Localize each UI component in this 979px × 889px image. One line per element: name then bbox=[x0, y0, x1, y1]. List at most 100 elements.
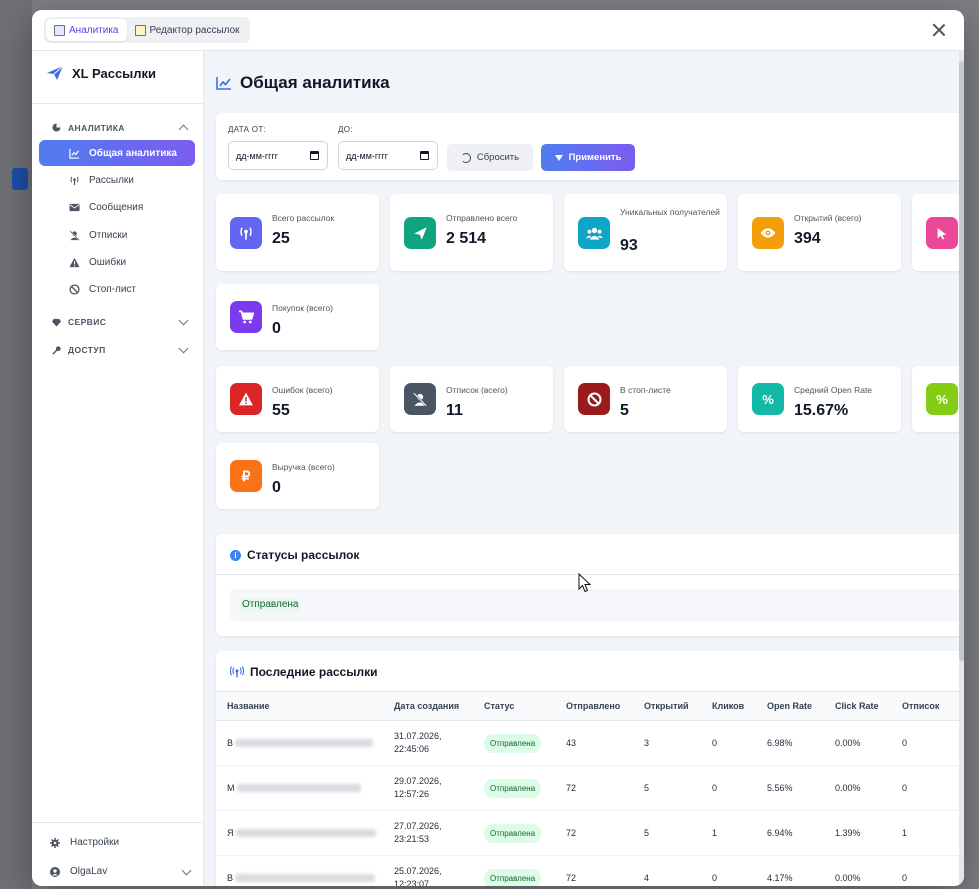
cell-open-rate: 6.98% bbox=[756, 720, 824, 766]
sidebar-section-analytics[interactable]: АНАЛИТИКА bbox=[52, 122, 189, 135]
user-menu[interactable]: OlgaLav bbox=[50, 865, 192, 877]
sidebar-item-mailings[interactable]: Рассылки bbox=[39, 167, 195, 193]
key-icon bbox=[52, 345, 61, 355]
cell-status: Отправлена bbox=[473, 855, 555, 886]
stat-value: 2 514 bbox=[446, 230, 487, 247]
cell-clicks: 0 bbox=[701, 765, 756, 811]
envelope-icon bbox=[69, 203, 80, 211]
column-header[interactable]: Кликов bbox=[701, 692, 756, 721]
date-text: 25.07.2026, bbox=[394, 866, 442, 876]
cell-date: 29.07.2026, 12:57:26 bbox=[383, 765, 473, 811]
scrollbar-thumb[interactable] bbox=[959, 61, 964, 661]
recent-mailings-panel: Последние рассылки Название Дата создани… bbox=[216, 651, 964, 886]
sidebar-item-messages[interactable]: Сообщения bbox=[39, 194, 195, 220]
tab-analytics-label: Аналитика bbox=[69, 24, 119, 36]
cell-sent: 72 bbox=[555, 765, 633, 811]
sidebar-section-access[interactable]: ДОСТУП bbox=[52, 343, 189, 355]
tab-editor[interactable]: Редактор рассылок bbox=[127, 19, 248, 41]
sidebar-item-errors[interactable]: Ошибки bbox=[39, 249, 195, 275]
settings-link[interactable]: Настройки bbox=[50, 837, 190, 848]
sidebar-item-unsubscribes[interactable]: Отписки bbox=[39, 222, 195, 248]
stat-label: Уникальных получателей bbox=[620, 207, 720, 217]
column-header[interactable]: Click Rate bbox=[824, 692, 891, 721]
name-initial: Я bbox=[227, 827, 234, 838]
tab-bar: Аналитика Редактор рассылок bbox=[44, 17, 250, 43]
sidebar-item-stoplist[interactable]: Стоп-лист bbox=[39, 276, 195, 302]
percent-icon: % bbox=[752, 383, 784, 415]
date-from-value: дд-мм-гггг bbox=[236, 150, 279, 161]
reset-icon bbox=[460, 152, 471, 163]
stat-value: 5 bbox=[620, 402, 629, 419]
stat-label: Отправлено всего bbox=[446, 213, 518, 223]
calendar-icon[interactable] bbox=[310, 151, 319, 160]
section-label: ДОСТУП bbox=[68, 345, 106, 355]
calendar-icon[interactable] bbox=[420, 151, 429, 160]
table-row[interactable]: Я 27.07.2026, 23:21:53 Отправлена 72 5 1 … bbox=[216, 810, 961, 856]
sidebar: XL Рассылки АНАЛИТИКА Общая аналитика Ра… bbox=[32, 51, 204, 886]
table-row[interactable]: В 31.07.2026, 22:45:06 Отправлена 43 3 0 … bbox=[216, 720, 961, 766]
redacted-text bbox=[235, 874, 376, 883]
stat-card-open-rate: % Средний Open Rate 15.67% bbox=[738, 366, 901, 432]
date-to-label: ДО: bbox=[338, 125, 353, 134]
tab-editor-label: Редактор рассылок bbox=[149, 24, 240, 36]
cell-sent: 43 bbox=[555, 720, 633, 766]
cell-click-rate: 0.00% bbox=[824, 765, 891, 811]
paper-plane-icon bbox=[404, 217, 436, 249]
user-avatar-icon bbox=[50, 866, 60, 877]
cell-date: 25.07.2026, 12:23:07 bbox=[383, 855, 473, 886]
cell-date: 27.07.2026, 23:21:53 bbox=[383, 810, 473, 856]
reset-button[interactable]: Сбросить bbox=[447, 144, 533, 171]
cell-click-rate: 0.00% bbox=[824, 720, 891, 766]
warning-icon bbox=[69, 257, 80, 267]
redacted-text bbox=[236, 784, 361, 793]
column-header[interactable]: Отправлено bbox=[555, 692, 633, 721]
cell-sent: 72 bbox=[555, 855, 633, 886]
stat-label: Открытий (всего) bbox=[794, 213, 862, 223]
date-to-input[interactable]: дд-мм-гггг bbox=[338, 141, 438, 170]
sidebar-item-label: Стоп-лист bbox=[89, 283, 136, 295]
line-chart-icon bbox=[69, 148, 80, 159]
cell-unsub: 0 bbox=[891, 855, 961, 886]
column-header[interactable]: Название bbox=[216, 692, 383, 721]
cell-name: В bbox=[216, 720, 383, 766]
cell-clicks: 1 bbox=[701, 810, 756, 856]
cell-name: Я bbox=[216, 810, 383, 856]
stat-value: 25 bbox=[272, 230, 290, 247]
stat-value: 15.67% bbox=[794, 402, 849, 419]
column-header[interactable]: Статус bbox=[473, 692, 555, 721]
sidebar-item-overview[interactable]: Общая аналитика bbox=[39, 140, 195, 166]
gem-icon bbox=[52, 318, 61, 327]
cart-icon bbox=[230, 301, 262, 333]
column-header[interactable]: Open Rate bbox=[756, 692, 824, 721]
cell-date: 31.07.2026, 22:45:06 bbox=[383, 720, 473, 766]
chart-icon bbox=[54, 24, 65, 36]
column-header[interactable]: Дата создания bbox=[383, 692, 473, 721]
background-page bbox=[0, 0, 32, 889]
main-scrollbar[interactable] bbox=[959, 51, 964, 886]
page-title-text: Общая аналитика bbox=[240, 73, 390, 92]
sidebar-divider bbox=[32, 822, 203, 823]
table-row[interactable]: М 29.07.2026, 12:57:26 Отправлена 72 5 0 … bbox=[216, 765, 961, 811]
sidebar-section-service[interactable]: СЕРВИС bbox=[52, 315, 189, 327]
cell-status: Отправлена bbox=[473, 810, 555, 856]
column-header[interactable]: Отписок bbox=[891, 692, 961, 721]
sidebar-item-label: Отписки bbox=[89, 229, 128, 241]
time-text: 23:21:53 bbox=[394, 834, 430, 844]
column-header[interactable]: Открытий bbox=[633, 692, 701, 721]
date-from-input[interactable]: дд-мм-гггг bbox=[228, 141, 328, 170]
gear-icon bbox=[50, 837, 60, 848]
antenna-icon bbox=[230, 666, 244, 678]
sidebar-divider bbox=[32, 103, 203, 104]
eye-icon bbox=[752, 217, 784, 249]
tab-analytics[interactable]: Аналитика bbox=[46, 19, 127, 41]
brand[interactable]: XL Рассылки bbox=[46, 65, 156, 81]
name-initial: М bbox=[227, 782, 235, 793]
sidebar-item-label: Рассылки bbox=[89, 174, 134, 186]
redacted-text bbox=[235, 829, 376, 838]
cell-status: Отправлена bbox=[473, 765, 555, 811]
stat-value: 93 bbox=[620, 237, 638, 254]
close-icon[interactable] bbox=[930, 21, 948, 39]
table-row[interactable]: В 25.07.2026, 12:23:07 Отправлена 72 4 0 … bbox=[216, 855, 961, 886]
cell-unsub: 1 bbox=[891, 810, 961, 856]
apply-button[interactable]: Применить bbox=[541, 144, 635, 171]
